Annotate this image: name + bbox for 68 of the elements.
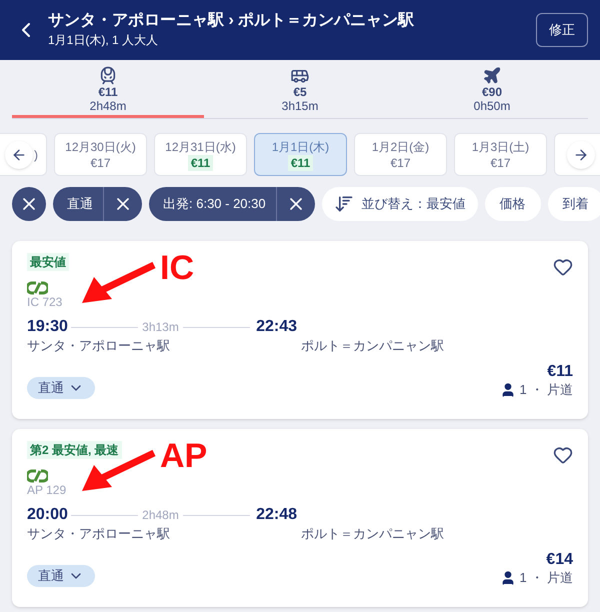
- mode-duration: 2h48m: [90, 99, 126, 113]
- stops-dropdown[interactable]: 直通: [27, 565, 95, 587]
- date-label: 1月2日(金): [372, 138, 430, 154]
- filter-chip[interactable]: 直通: [53, 187, 142, 221]
- departure-station: サンタ・アポローニャ駅: [27, 525, 171, 543]
- fare-details: 1 ・ 片道: [520, 381, 573, 399]
- date-card[interactable]: 1月3日(土) €17: [454, 133, 547, 176]
- train-number: IC 723: [27, 295, 64, 309]
- date-label: 1月3日(土): [472, 138, 530, 154]
- date-card[interactable]: 1月2日(金) €17: [354, 133, 447, 176]
- operator-logo-icon: [27, 281, 48, 295]
- mode-price: €11: [98, 85, 118, 99]
- sort-icon: [334, 194, 354, 214]
- departure-station: サンタ・アポローニャ駅: [27, 337, 171, 355]
- result-tag: 最安値: [27, 253, 69, 271]
- filter-label: 出発: 6:30 - 20:30: [162, 195, 267, 214]
- mode-price: €90: [482, 85, 502, 99]
- date-price: €17: [89, 154, 112, 170]
- arrival-time: 22:43: [256, 317, 298, 337]
- fare-details: 1 ・ 片道: [520, 569, 573, 587]
- result-card[interactable]: 最安値 IC 723 19:30 3h13m 22:43 サンタ・アポローニャ駅 ポルト＝カンパニャン駅 直通 €11 1 ・ 片道 IC: [12, 241, 588, 419]
- person-icon: [500, 570, 516, 586]
- filter-chip[interactable]: 出発: 6:30 - 20:30: [149, 187, 315, 221]
- date-card[interactable]: 1月1日(木) €11: [254, 133, 347, 176]
- date-price: €17: [489, 154, 512, 170]
- clear-filters-button[interactable]: [12, 187, 46, 221]
- ticket-price: €11: [547, 363, 573, 381]
- edit-button[interactable]: 修正: [536, 13, 588, 47]
- mode-tab[interactable]: €90 0h50m: [396, 60, 588, 118]
- date-price: €11: [188, 154, 214, 170]
- mode-tab[interactable]: €11 2h48m: [12, 60, 204, 118]
- trip-details: 1月1日(木), 1 人大人: [48, 32, 160, 49]
- route-title: サンタ・アポローニャ駅 › ポルト＝カンパニャン駅: [48, 11, 416, 31]
- journey-duration: 3h13m: [141, 319, 180, 336]
- mode-duration: 0h50m: [474, 99, 510, 113]
- favorite-icon[interactable]: [553, 445, 573, 465]
- filter-label: 直通: [66, 195, 94, 214]
- person-icon: [500, 382, 516, 398]
- date-card[interactable]: 12月31日(水) €11: [154, 133, 247, 176]
- stops-dropdown[interactable]: 直通: [27, 377, 95, 399]
- arrow-left-icon: [11, 147, 27, 163]
- result-tag: 第2 最安値, 最速: [27, 441, 122, 459]
- arrival-station: ポルト＝カンパニャン駅: [301, 525, 444, 543]
- date-label: 1月1日(木): [272, 138, 330, 154]
- filter-button[interactable]: 到着: [548, 187, 600, 221]
- annotation-label: IC: [160, 251, 194, 285]
- sort-button[interactable]: 並び替え：最安値: [322, 187, 478, 221]
- journey-duration: 2h48m: [141, 507, 180, 524]
- favorite-icon[interactable]: [553, 257, 573, 277]
- arrival-station: ポルト＝カンパニャン駅: [301, 337, 444, 355]
- date-label: 12月30日(火): [65, 138, 136, 154]
- annotation-label: AP: [160, 439, 208, 473]
- arrival-time: 22:48: [256, 505, 298, 525]
- mode-duration: 3h15m: [282, 99, 318, 113]
- date-card[interactable]: 12月30日(火) €17: [54, 133, 147, 176]
- date-label: 12月31日(水): [165, 138, 236, 154]
- operator-logo-icon: [27, 469, 48, 483]
- filter-button[interactable]: 価格: [484, 187, 541, 221]
- date-price: €17: [389, 154, 412, 170]
- departure-time: 20:00: [27, 505, 68, 525]
- ticket-price: €14: [546, 551, 573, 569]
- departure-time: 19:30: [27, 317, 68, 337]
- train-number: AP 129: [27, 483, 68, 497]
- result-card[interactable]: 第2 最安値, 最速 AP 129 20:00 2h48m 22:48 サンタ・アポローニャ駅 ポルト＝カンパニャン駅 直通 €14 1 ・ 片道 AP: [12, 429, 588, 607]
- date-label: ): [34, 146, 38, 162]
- mode-price: €5: [293, 85, 307, 99]
- mode-tab[interactable]: €5 3h15m: [204, 60, 396, 118]
- date-price: €11: [288, 154, 314, 170]
